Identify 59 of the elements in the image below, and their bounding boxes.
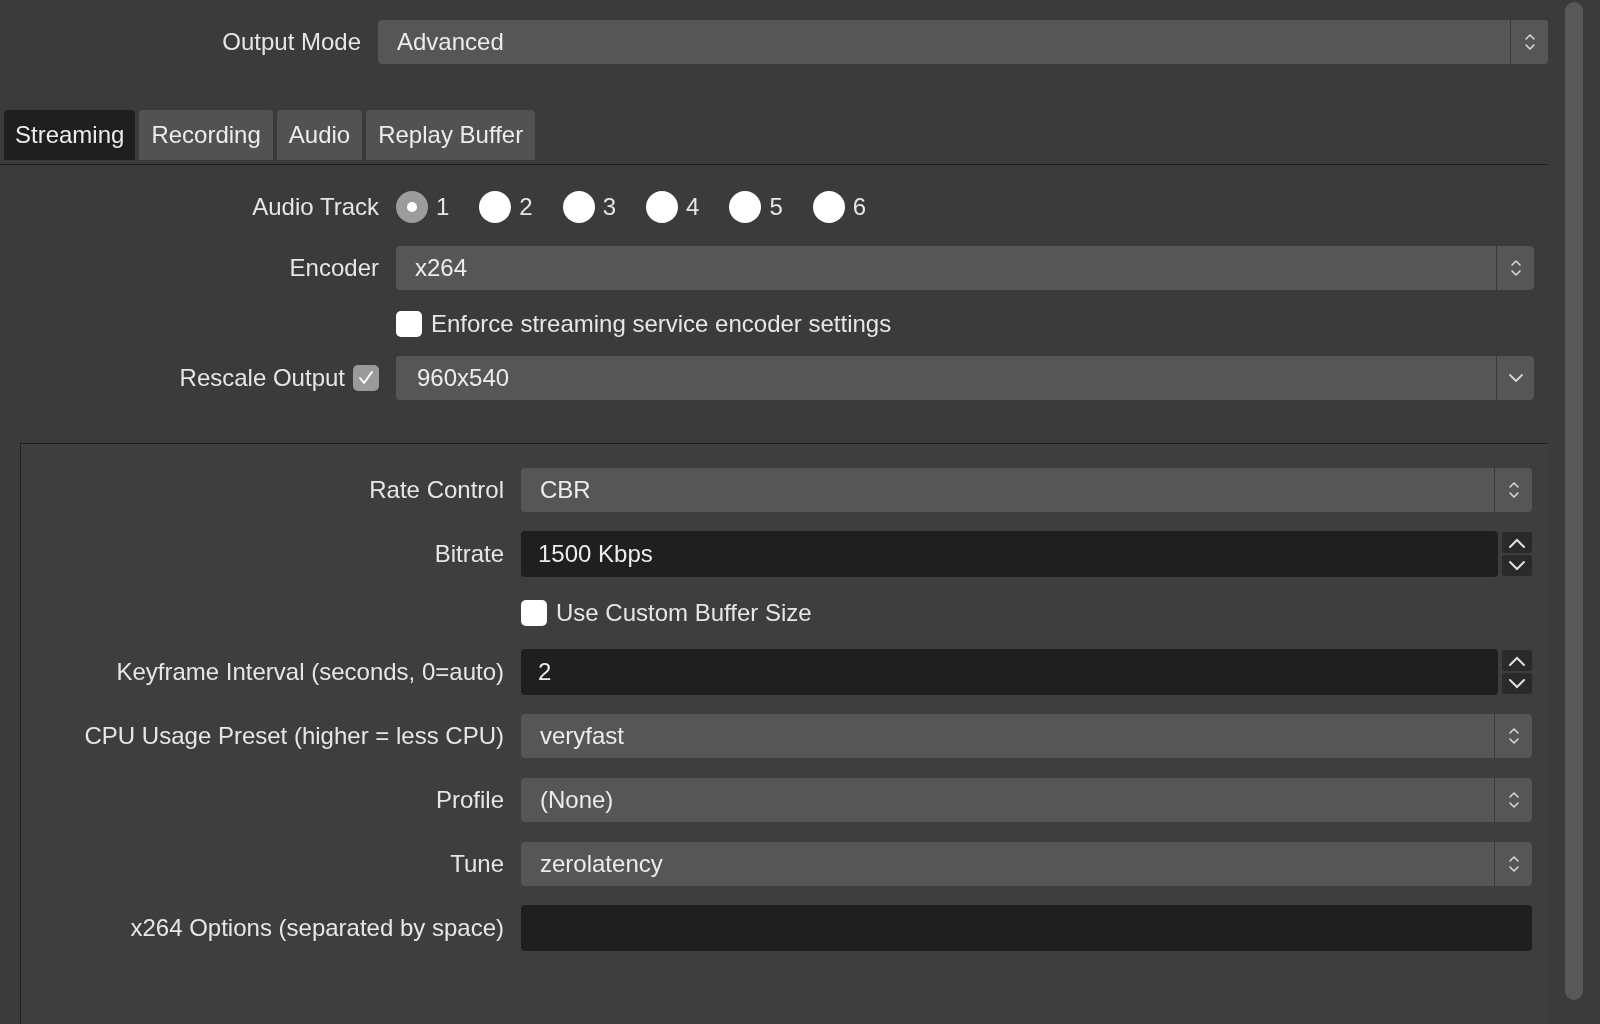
- field-label: Audio Track: [251, 192, 379, 222]
- checkbox-label: Use Custom Buffer Size: [556, 598, 812, 628]
- dropdown[interactable]: zerolatency: [521, 842, 1532, 886]
- increment-button[interactable]: [1502, 532, 1532, 553]
- tab[interactable]: Recording: [139, 110, 273, 160]
- checkbox[interactable]: [521, 600, 547, 626]
- field-label: Rate Control: [368, 475, 504, 505]
- dropdown[interactable]: x264: [396, 246, 1534, 290]
- dropdown[interactable]: (None): [521, 778, 1532, 822]
- chevron-down-icon: [1507, 373, 1524, 383]
- up-down-arrows-icon: [1507, 480, 1520, 500]
- radio-label: 5: [769, 192, 783, 222]
- field-label: Tune: [449, 849, 504, 879]
- scrollbar-thumb[interactable]: [1565, 2, 1583, 1000]
- field-label: Keyframe Interval (seconds, 0=auto): [115, 657, 504, 687]
- combo-box[interactable]: 960x540: [396, 356, 1534, 400]
- chevron-up-icon: [1507, 536, 1527, 549]
- decrement-button[interactable]: [1502, 555, 1532, 576]
- radio-label: 4: [686, 192, 700, 222]
- chevron-down-icon: [1507, 559, 1527, 572]
- checkbox[interactable]: [396, 311, 422, 337]
- dropdown[interactable]: Advanced: [378, 20, 1548, 64]
- input-field[interactable]: 1500 Kbps: [521, 531, 1498, 577]
- dropdown[interactable]: CBR: [521, 468, 1532, 512]
- tab[interactable]: Audio: [276, 110, 363, 160]
- field-label: Bitrate: [433, 539, 504, 569]
- tab[interactable]: Replay Buffer: [366, 110, 536, 160]
- checkmark-icon: [357, 369, 375, 387]
- up-down-arrows-icon: [1523, 32, 1536, 52]
- radio-label: 2: [519, 192, 533, 222]
- increment-button[interactable]: [1502, 650, 1532, 671]
- up-down-arrows-icon: [1507, 854, 1520, 874]
- radio-button[interactable]: [396, 191, 428, 223]
- radio-button[interactable]: [479, 191, 512, 223]
- field-label: Encoder: [288, 253, 379, 283]
- radio-button[interactable]: [812, 191, 845, 223]
- checkbox[interactable]: [353, 365, 379, 391]
- chevron-up-icon: [1507, 654, 1527, 667]
- up-down-arrows-icon: [1509, 258, 1522, 278]
- radio-button[interactable]: [646, 191, 679, 223]
- decrement-button[interactable]: [1502, 673, 1532, 694]
- input-field[interactable]: [521, 905, 1532, 951]
- radio-label: 6: [852, 192, 867, 222]
- up-down-arrows-icon: [1507, 790, 1520, 810]
- chevron-down-icon: [1507, 677, 1527, 690]
- radio-label: 1: [436, 192, 450, 222]
- radio-button[interactable]: [562, 191, 595, 223]
- checkbox-label: Enforce streaming service encoder settings: [431, 309, 892, 339]
- field-label: x264 Options (separated by space): [129, 913, 504, 943]
- radio-label: 3: [602, 192, 617, 222]
- input-field[interactable]: 2: [521, 649, 1498, 695]
- field-label: Rescale Output: [179, 363, 345, 393]
- tab[interactable]: Streaming: [4, 110, 136, 160]
- field-label: Profile: [434, 785, 504, 815]
- field-label: Output Mode: [221, 27, 361, 57]
- dropdown[interactable]: veryfast: [521, 714, 1532, 758]
- radio-button[interactable]: [729, 191, 762, 223]
- field-label: CPU Usage Preset (higher = less CPU): [83, 721, 504, 751]
- up-down-arrows-icon: [1507, 726, 1520, 746]
